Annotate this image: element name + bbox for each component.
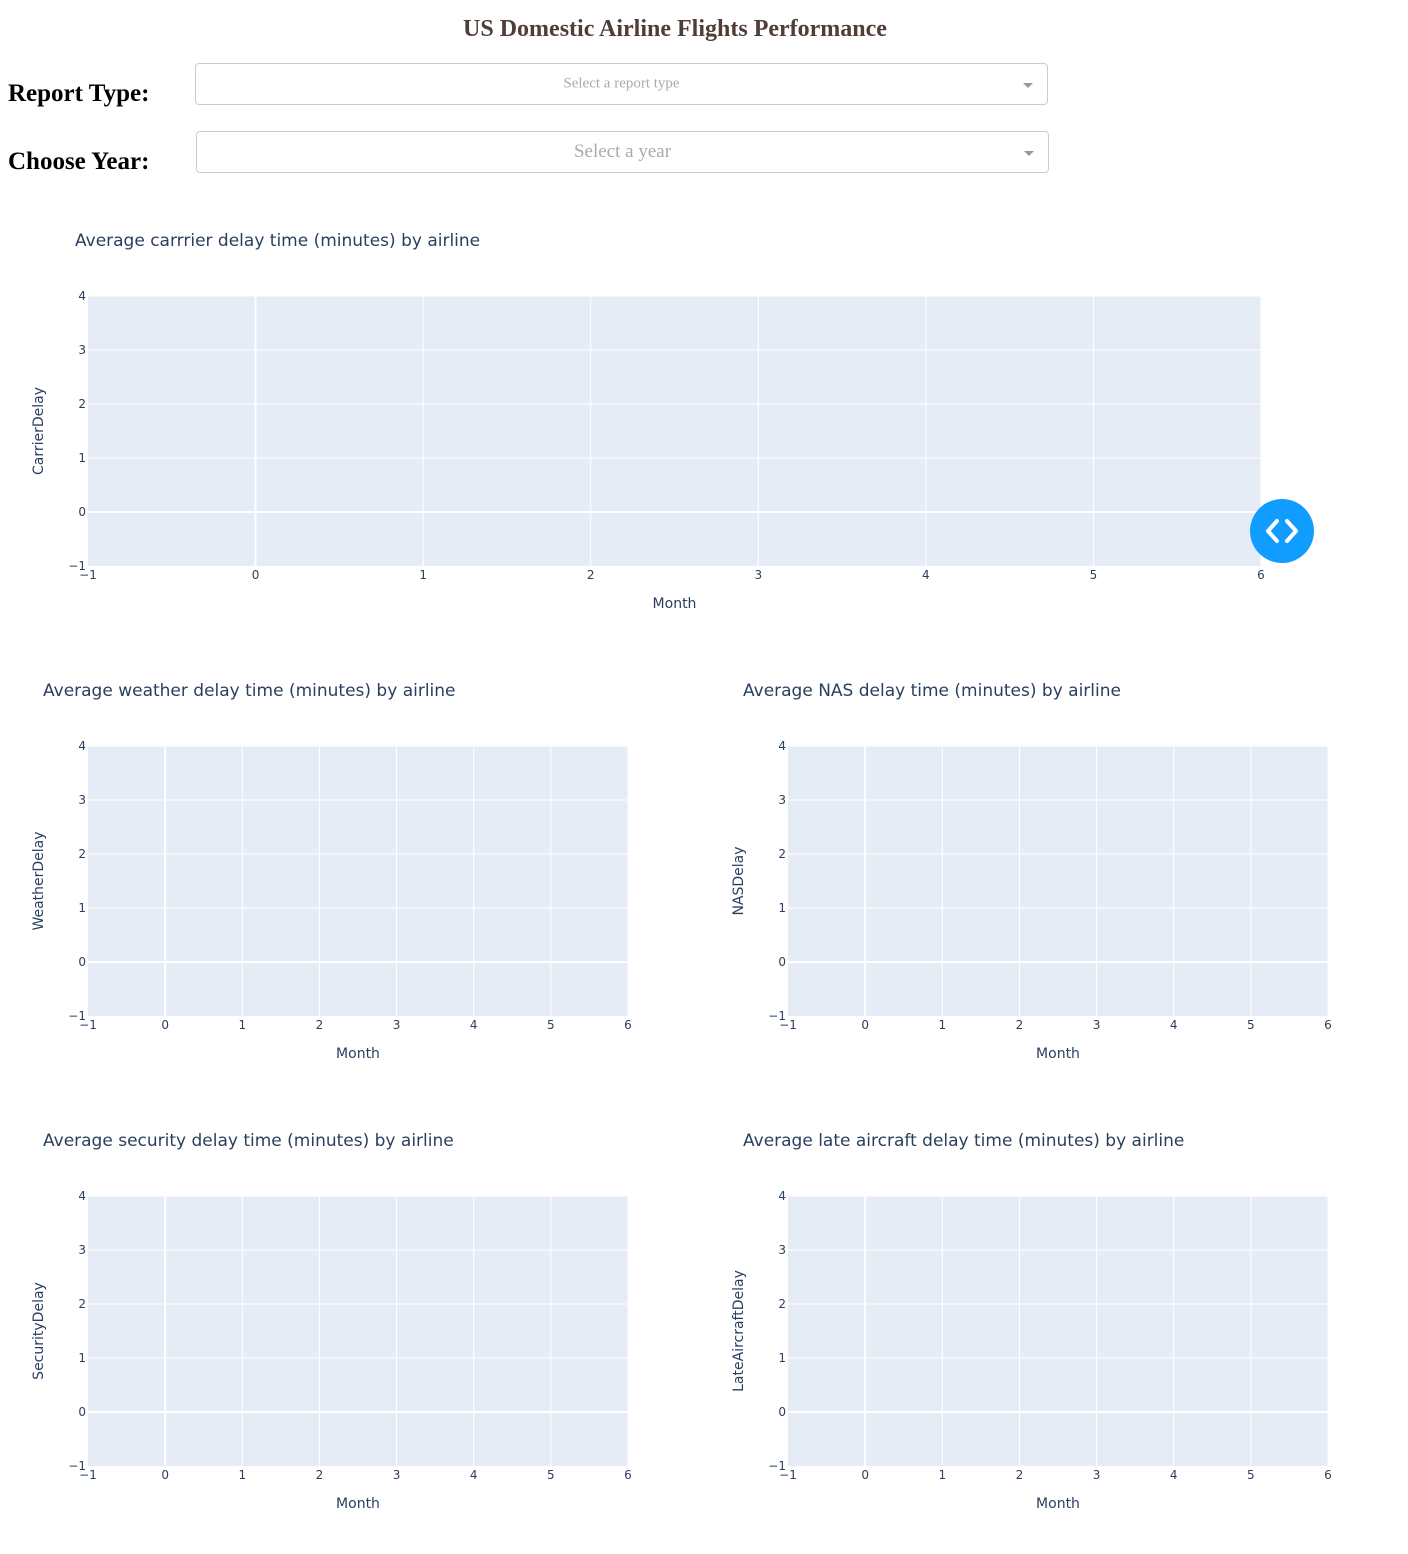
y-tick-label: 4 (78, 289, 86, 303)
chart-3: −1 0 1 2 3 4 5 6−101234Average security delay t… (31, 1131, 632, 1512)
x-tick-label: 3 (1093, 1468, 1101, 1482)
y-tick-label: 1 (78, 1351, 86, 1365)
x-axis-label: Month (336, 1046, 380, 1062)
x-tick-label: 0 (861, 1468, 869, 1482)
y-tick-label: 2 (78, 1297, 86, 1311)
chart-title: Average security delay time (minutes) by… (43, 1131, 454, 1151)
x-tick-label: 4 (1170, 1018, 1178, 1032)
x-tick-label: 3 (393, 1468, 401, 1482)
x-tick-label: 4 (1170, 1468, 1178, 1482)
y-tick-label: 1 (78, 901, 86, 915)
x-tick-label: 6 (624, 1468, 632, 1482)
x-tick-label: 4 (922, 568, 930, 582)
x-tick-label: 0 (161, 1018, 169, 1032)
chart-4: −1 0 1 2 3 4 5 6−101234Average late aircraft de… (731, 1131, 1332, 1512)
x-axis-label: Month (1036, 1496, 1080, 1512)
y-tick-label: 1 (778, 1351, 786, 1365)
x-tick-label: 0 (161, 1468, 169, 1482)
x-tick-label: 2 (1016, 1468, 1024, 1482)
x-tick-label: 1 (938, 1018, 946, 1032)
x-tick-label: 0 (252, 568, 260, 582)
x-axis-label: Month (1036, 1046, 1080, 1062)
y-tick-label: 0 (78, 1405, 86, 1419)
y-tick-label: 1 (78, 451, 86, 465)
y-tick-label: 4 (78, 1189, 86, 1203)
x-tick-label: 3 (754, 568, 762, 582)
x-tick-label: 3 (1093, 1018, 1101, 1032)
x-axis-label: Month (653, 596, 697, 612)
y-tick-label: 0 (78, 955, 86, 969)
x-tick-label: 1 (938, 1468, 946, 1482)
x-tick-label: 6 (1324, 1018, 1332, 1032)
x-tick-label: 4 (470, 1018, 478, 1032)
code-brackets-icon[interactable] (1250, 499, 1314, 563)
x-tick-label: 6 (1257, 568, 1265, 582)
y-tick-label: 3 (78, 1243, 86, 1257)
x-tick-label: 5 (1090, 568, 1098, 582)
y-tick-label: 4 (78, 739, 86, 753)
y-tick-label: 4 (778, 1189, 786, 1203)
chart-title: Average carrrier delay time (minutes) by… (75, 231, 480, 251)
y-axis-label: SecurityDelay (31, 1282, 47, 1380)
plot-area[interactable] (788, 746, 1328, 1016)
plot-area[interactable] (88, 746, 628, 1016)
x-tick-label: 1 (419, 568, 427, 582)
y-tick-label: 0 (778, 955, 786, 969)
y-tick-label: 3 (78, 793, 86, 807)
chart-title: Average weather delay time (minutes) by … (43, 681, 456, 701)
chart-1: −1 0 1 2 3 4 5 6−101234Average weather delay ti… (31, 681, 632, 1062)
y-axis-label: WeatherDelay (31, 831, 47, 930)
x-tick-label: 4 (470, 1468, 478, 1482)
y-tick-label: 2 (778, 847, 786, 861)
y-axis-label: LateAircraftDelay (731, 1270, 747, 1392)
charts-canvas: −1 0 1 2 3 4 5 6 −1 0 1 2 3 4 Average carrrier delay t… (31, 231, 1332, 1512)
y-tick-label: 3 (78, 343, 86, 357)
chart-2: −1 0 1 2 3 4 5 6−101234Average NAS delay time (… (731, 681, 1332, 1062)
x-tick-label: 5 (547, 1018, 555, 1032)
y-tick-label: 1 (778, 901, 786, 915)
y-tick-label: −1 (68, 559, 86, 573)
plot-area[interactable] (88, 296, 1261, 566)
y-tick-label: −1 (68, 1009, 86, 1023)
y-tick-label: 0 (78, 505, 86, 519)
plot-area[interactable] (788, 1196, 1328, 1466)
y-tick-label: 3 (778, 1243, 786, 1257)
x-tick-label: 6 (624, 1018, 632, 1032)
y-tick-label: −1 (768, 1009, 786, 1023)
x-tick-label: 0 (861, 1018, 869, 1032)
x-tick-label: 2 (316, 1018, 324, 1032)
x-tick-label: 1 (238, 1468, 246, 1482)
y-tick-label: 3 (778, 793, 786, 807)
y-axis-label: CarrierDelay (31, 387, 47, 475)
x-tick-label: 5 (1247, 1468, 1255, 1482)
chart-0: −1 0 1 2 3 4 5 6−101234Average carrrier delay t… (31, 231, 1265, 612)
chart-title: Average NAS delay time (minutes) by airl… (743, 681, 1121, 701)
y-tick-label: −1 (768, 1459, 786, 1473)
y-tick-label: 0 (778, 1405, 786, 1419)
plot-area[interactable] (88, 1196, 628, 1466)
y-tick-label: 2 (78, 397, 86, 411)
x-axis-label: Month (336, 1496, 380, 1512)
x-tick-label: 5 (547, 1468, 555, 1482)
y-axis-label: NASDelay (731, 846, 747, 915)
x-tick-label: 5 (1247, 1018, 1255, 1032)
x-tick-label: 2 (587, 568, 595, 582)
x-tick-label: 6 (1324, 1468, 1332, 1482)
y-tick-label: 2 (78, 847, 86, 861)
y-tick-label: 4 (778, 739, 786, 753)
x-tick-label: 1 (238, 1018, 246, 1032)
x-tick-label: 3 (393, 1018, 401, 1032)
chart-title: Average late aircraft delay time (minute… (743, 1131, 1184, 1151)
x-tick-label: 2 (1016, 1018, 1024, 1032)
y-tick-label: −1 (68, 1459, 86, 1473)
y-tick-label: 2 (778, 1297, 786, 1311)
x-tick-label: 2 (316, 1468, 324, 1482)
